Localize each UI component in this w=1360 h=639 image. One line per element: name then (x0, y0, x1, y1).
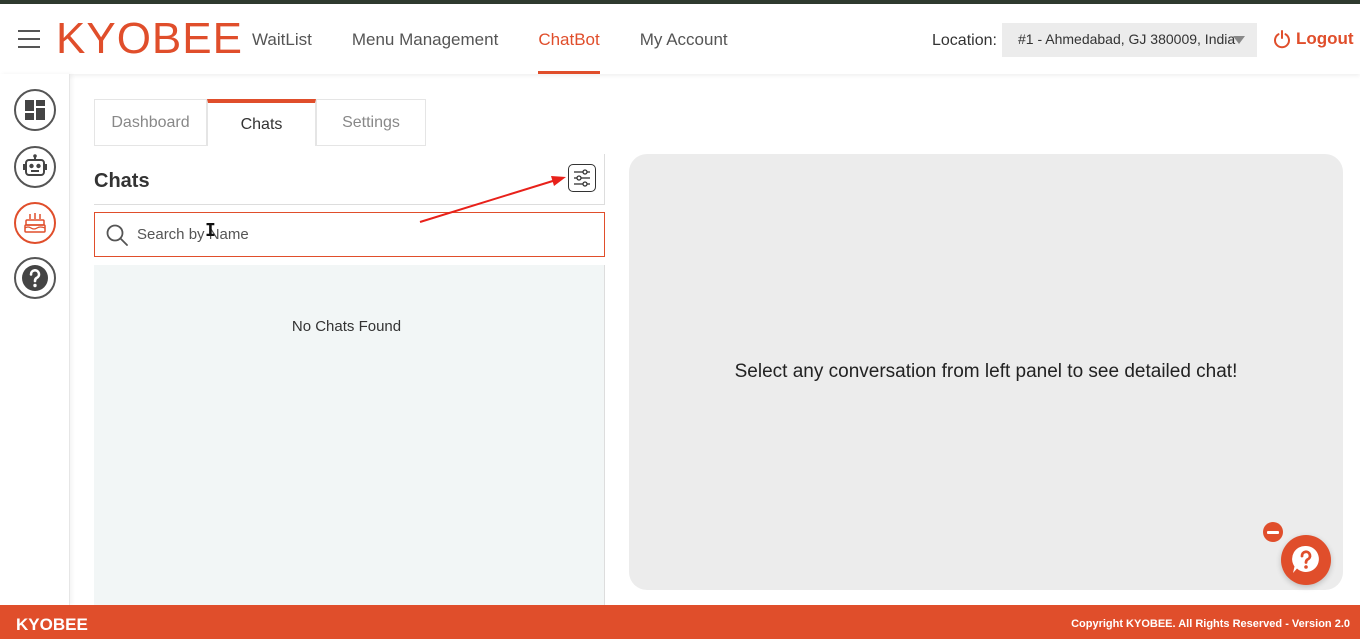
nav-menu-management[interactable]: Menu Management (332, 4, 518, 74)
header-divider-vertical (604, 154, 605, 204)
nav-chatbot[interactable]: ChatBot (518, 4, 619, 74)
app-footer: KYOBEE Copyright KYOBEE. All Rights Rese… (0, 605, 1360, 639)
filter-button[interactable] (568, 164, 596, 192)
chat-list[interactable]: No Chats Found (94, 265, 605, 605)
chatbot-tabs: Dashboard Chats Settings (94, 99, 426, 146)
nav-waitlist[interactable]: WaitList (232, 4, 332, 74)
power-icon (1274, 30, 1290, 49)
tab-dashboard[interactable]: Dashboard (94, 99, 207, 146)
help-chat-icon (1292, 545, 1319, 573)
logout-button[interactable]: Logout (1272, 29, 1354, 49)
tab-chats[interactable]: Chats (207, 99, 316, 146)
sidebar (0, 74, 70, 605)
minus-icon (1267, 530, 1279, 534)
logout-label: Logout (1296, 29, 1354, 48)
sliders-icon (574, 169, 590, 187)
main-nav: WaitList Menu Management ChatBot My Acco… (232, 4, 748, 74)
tab-settings[interactable]: Settings (316, 99, 426, 146)
kyobee-logo[interactable]: KYOBEE (56, 14, 243, 64)
location-label: Location: (932, 32, 997, 49)
text-cursor-icon: I (205, 220, 216, 241)
app-header: KYOBEE WaitList Menu Management ChatBot … (0, 4, 1360, 74)
chats-title: Chats (94, 170, 150, 192)
location-select[interactable]: #1 - Ahmedabad, GJ 380009, India (1002, 23, 1257, 57)
empty-state-text: No Chats Found (291, 318, 402, 335)
hamburger-menu-icon[interactable] (18, 30, 40, 48)
sidebar-item-dashboard[interactable] (14, 89, 56, 131)
chats-panel: Chats I No Chats Found (94, 154, 605, 605)
sidebar-item-celebrations[interactable] (14, 202, 56, 244)
chat-detail-panel: Select any conversation from left panel … (629, 154, 1343, 590)
location-value: #1 - Ahmedabad, GJ 380009, India (1018, 31, 1236, 47)
detail-placeholder-text: Select any conversation from left panel … (734, 361, 1238, 382)
robot-icon (23, 154, 47, 176)
help-chat-button[interactable] (1281, 535, 1331, 585)
chevron-down-icon (1233, 36, 1245, 44)
search-input[interactable] (137, 226, 577, 243)
minimize-help-button[interactable] (1263, 522, 1283, 542)
sidebar-item-help[interactable] (14, 257, 56, 299)
dashboard-icon (25, 100, 45, 120)
sidebar-item-chatbot[interactable] (14, 146, 56, 188)
help-icon (22, 265, 48, 291)
header-divider (94, 204, 605, 205)
search-icon (106, 224, 128, 246)
nav-my-account[interactable]: My Account (620, 4, 748, 74)
cake-icon (24, 213, 46, 233)
footer-copyright: Copyright KYOBEE. All Rights Reserved - … (1071, 618, 1350, 630)
footer-brand: KYOBEE (16, 615, 88, 634)
search-box[interactable] (94, 212, 605, 257)
